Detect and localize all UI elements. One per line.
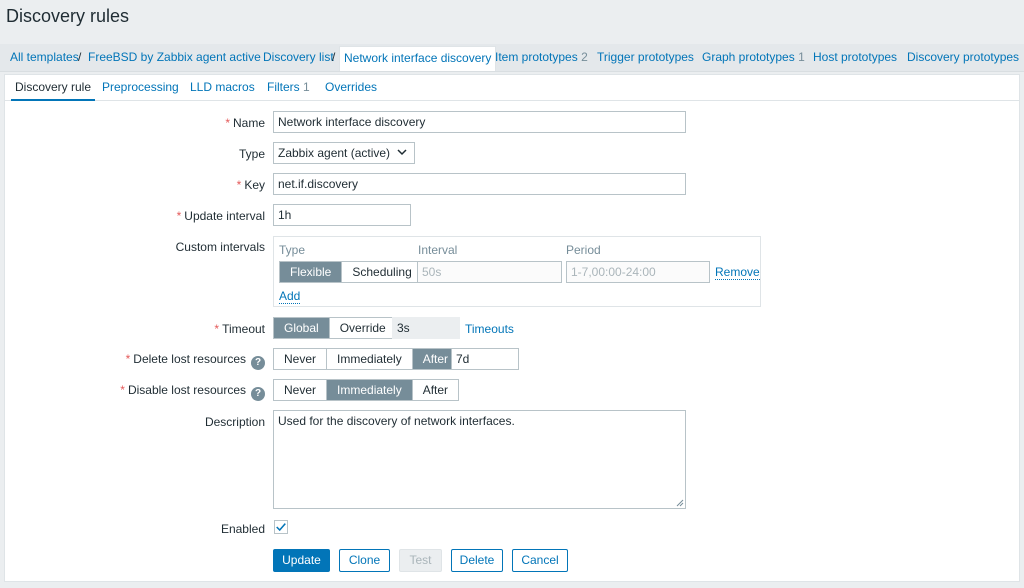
page-title: Discovery rules	[6, 6, 130, 26]
delete-after-input[interactable]: 7d	[451, 348, 519, 370]
page-header: Discovery rules	[0, 0, 1024, 40]
description-text: Used for the discovery of network interf…	[278, 414, 515, 428]
timeout-input[interactable]: 3s	[392, 317, 460, 339]
tab-lld-macros[interactable]: LLD macros	[190, 75, 255, 101]
tab-preprocessing[interactable]: Preprocessing	[102, 75, 179, 101]
custom-period-input[interactable]: 1-7,00:00-24:00	[566, 261, 710, 283]
tab-filters[interactable]: Filters 1	[267, 75, 310, 101]
clone-button[interactable]: Clone	[339, 549, 390, 572]
breadcrumb-separator: /	[78, 50, 82, 64]
description-label: Description	[204, 415, 265, 429]
custom-intervals-col-period: Period	[566, 243, 601, 257]
update-button[interactable]: Update	[273, 549, 330, 572]
name-label: * Name	[5, 116, 265, 130]
delete-lost-label-text: Delete lost resources	[133, 352, 246, 366]
delete-lost-label: * Delete lost resources?	[5, 352, 265, 370]
custom-interval-input[interactable]: 50s	[417, 261, 562, 283]
breadcrumb-separator: /	[332, 50, 336, 64]
timeouts-link[interactable]: Timeouts	[465, 322, 514, 336]
nav-item-prototypes[interactable]: Item prototypes 2	[495, 44, 588, 71]
tab-discovery-rule[interactable]: Discovery rule	[11, 75, 96, 101]
remove-interval-link[interactable]: Remove	[715, 265, 760, 280]
cancel-button[interactable]: Cancel	[512, 549, 568, 572]
description-textarea[interactable]: Used for the discovery of network interf…	[273, 410, 686, 509]
name-input[interactable]: Network interface discovery	[273, 111, 686, 133]
custom-intervals-col-interval: Interval	[418, 243, 458, 257]
disable-after-button[interactable]: After	[412, 380, 459, 400]
required-mark: *	[214, 322, 220, 336]
timeout-global-button[interactable]: Global	[274, 318, 330, 338]
help-icon[interactable]: ?	[251, 387, 265, 401]
type-label: Type	[238, 147, 265, 161]
required-mark: *	[236, 178, 242, 192]
delete-button[interactable]: Delete	[451, 549, 503, 572]
type-select-value: Zabbix agent (active)	[278, 146, 391, 160]
nav-graph-prototypes-label: Graph prototypes	[702, 50, 795, 64]
key-label: * Key	[5, 178, 265, 192]
update-interval-label: * Update interval	[5, 209, 265, 223]
test-button: Test	[399, 549, 442, 572]
required-mark: *	[176, 209, 182, 223]
key-input[interactable]: net.if.discovery	[273, 173, 686, 195]
checkmark-icon	[276, 523, 286, 532]
disable-never-button[interactable]: Never	[274, 380, 328, 400]
key-label-text: Key	[244, 178, 265, 192]
delete-lost-toggle: Never Immediately After	[273, 348, 460, 370]
tab-overrides[interactable]: Overrides	[325, 75, 377, 101]
nav-host-prototypes[interactable]: Host prototypes	[813, 44, 897, 71]
resize-grip-icon[interactable]	[676, 499, 684, 507]
custom-intervals-label: Custom intervals	[175, 240, 265, 254]
breadcrumb-current[interactable]: Network interface discovery	[339, 46, 497, 71]
tab-filters-count: 1	[303, 80, 310, 94]
nav-item-prototypes-label: Item prototypes	[495, 50, 578, 64]
chevron-down-icon	[397, 149, 407, 156]
breadcrumb: All templates / FreeBSD by Zabbix agent …	[0, 44, 1024, 72]
required-mark: *	[225, 116, 230, 130]
nav-graph-prototypes-count: 1	[798, 50, 805, 64]
form-panel: Discovery rule Preprocessing LLD macros …	[4, 74, 1020, 582]
name-label-text: Name	[232, 116, 265, 130]
nav-graph-prototypes[interactable]: Graph prototypes 1	[702, 44, 805, 71]
custom-intervals-col-type: Type	[279, 243, 306, 257]
delete-immediately-button[interactable]: Immediately	[327, 349, 413, 369]
nav-discovery-prototypes[interactable]: Discovery prototypes	[907, 44, 1019, 71]
delete-never-button[interactable]: Never	[274, 349, 328, 369]
disable-lost-label-text: Disable lost resources	[127, 383, 246, 397]
add-interval-link[interactable]: Add	[279, 289, 301, 304]
breadcrumb-discovery-list[interactable]: Discovery list	[263, 44, 334, 71]
disable-lost-label: * Disable lost resources?	[5, 383, 265, 401]
required-mark: *	[120, 383, 125, 397]
update-interval-label-text: Update interval	[184, 209, 265, 223]
enabled-checkbox[interactable]	[274, 520, 288, 534]
type-select[interactable]: Zabbix agent (active)	[273, 142, 415, 164]
help-icon[interactable]: ?	[251, 356, 265, 370]
disable-immediately-button[interactable]: Immediately	[327, 380, 413, 400]
custom-interval-type-toggle: Flexible Scheduling	[279, 261, 423, 283]
tab-filters-label: Filters	[267, 80, 300, 94]
disable-lost-toggle: Never Immediately After	[273, 379, 460, 401]
timeout-toggle: Global Override	[273, 317, 397, 339]
required-mark: *	[125, 352, 131, 366]
breadcrumb-template[interactable]: FreeBSD by Zabbix agent active	[88, 44, 261, 71]
tab-bar: Discovery rule Preprocessing LLD macros …	[5, 75, 1019, 101]
nav-item-prototypes-count: 2	[581, 50, 588, 64]
timeout-override-button[interactable]: Override	[329, 318, 396, 338]
scheduling-button[interactable]: Scheduling	[342, 262, 422, 282]
timeout-label-text: Timeout	[222, 322, 265, 336]
custom-intervals-table: Type Interval Period Flexible Scheduling…	[273, 236, 761, 307]
timeout-label: * Timeout	[5, 322, 265, 336]
nav-trigger-prototypes[interactable]: Trigger prototypes	[597, 44, 694, 71]
flexible-button[interactable]: Flexible	[280, 262, 343, 282]
enabled-label: Enabled	[220, 522, 265, 536]
update-interval-input[interactable]: 1h	[273, 204, 411, 226]
breadcrumb-all-templates[interactable]: All templates	[10, 44, 79, 71]
